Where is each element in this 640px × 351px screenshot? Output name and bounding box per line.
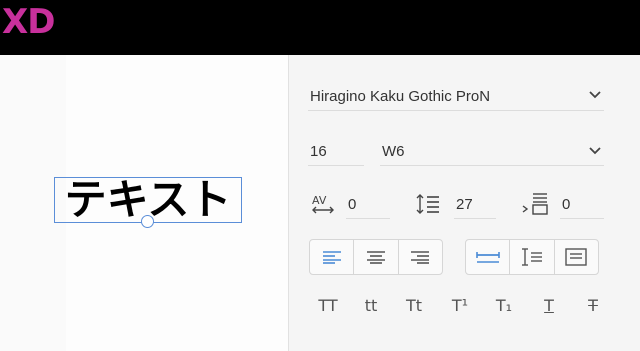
- chevron-down-icon: [589, 147, 601, 155]
- auto-height-button[interactable]: [510, 240, 555, 274]
- subscript-button[interactable]: T₁: [488, 296, 520, 315]
- lowercase-button[interactable]: tt: [355, 296, 387, 315]
- fixed-size-icon: [565, 248, 588, 266]
- fixed-size-button[interactable]: [555, 240, 598, 274]
- paragraph-spacing-value: 0: [562, 196, 571, 213]
- paragraph-spacing-icon: [522, 193, 548, 215]
- font-size-value: 16: [310, 143, 327, 160]
- font-weight-value: W6: [382, 143, 405, 160]
- chevron-down-icon: [589, 91, 601, 99]
- align-left-icon: [322, 251, 341, 264]
- app-logo: XD: [2, 2, 55, 42]
- uppercase-button[interactable]: TT: [312, 296, 344, 315]
- paragraph-spacing-input[interactable]: 0: [560, 191, 604, 219]
- strikethrough-button[interactable]: T: [577, 296, 609, 315]
- top-bar: XD: [0, 0, 640, 55]
- text-box-resize-handle[interactable]: [141, 215, 154, 228]
- character-spacing-input[interactable]: 0: [346, 191, 390, 219]
- font-weight-dropdown[interactable]: W6: [380, 139, 604, 166]
- auto-width-icon: [475, 252, 500, 263]
- auto-width-button[interactable]: [466, 240, 511, 274]
- character-spacing-value: 0: [348, 196, 357, 213]
- line-spacing-icon: [416, 194, 439, 214]
- align-right-button[interactable]: [399, 240, 442, 274]
- svg-text:AV: AV: [312, 194, 327, 207]
- font-family-value: Hiragino Kaku Gothic ProN: [310, 88, 491, 105]
- line-spacing-value: 27: [456, 196, 473, 213]
- text-box-sizing-group: [465, 239, 599, 275]
- superscript-button[interactable]: T¹: [444, 296, 476, 315]
- align-center-button[interactable]: [354, 240, 399, 274]
- font-size-input[interactable]: 16: [308, 139, 364, 166]
- line-spacing-input[interactable]: 27: [454, 191, 496, 219]
- align-center-icon: [366, 251, 385, 264]
- character-spacing-icon: AV: [312, 194, 334, 214]
- text-alignment-group: [309, 239, 443, 275]
- auto-height-icon: [521, 248, 542, 266]
- underline-button[interactable]: T: [533, 296, 565, 315]
- font-family-dropdown[interactable]: Hiragino Kaku Gothic ProN: [308, 83, 604, 111]
- titlecase-button[interactable]: Tt: [398, 296, 430, 315]
- align-left-button[interactable]: [310, 240, 355, 274]
- align-right-icon: [411, 251, 430, 264]
